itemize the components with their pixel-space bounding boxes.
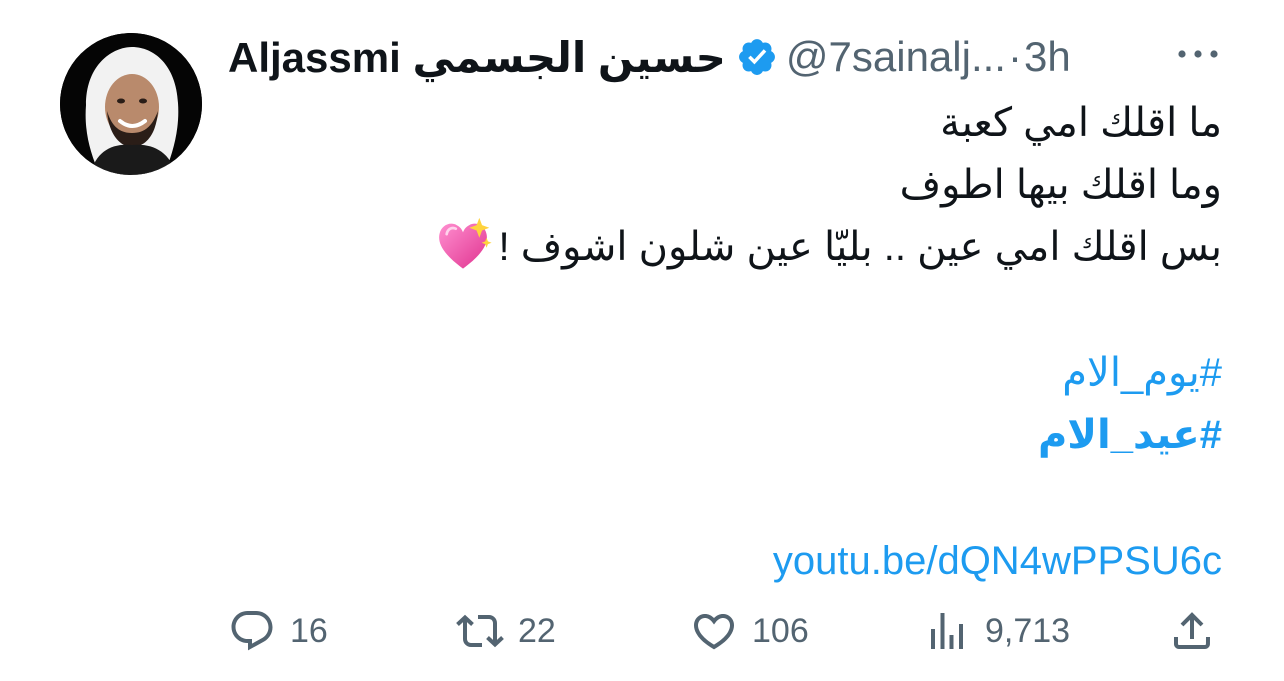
youtube-link[interactable]: youtu.be/dQN4wPPSU6c — [262, 530, 1222, 592]
header-separator: · — [1007, 33, 1022, 80]
views-button[interactable]: 9,713 — [923, 605, 1070, 657]
tweet-text-line: ما اقلك امي كعبة — [940, 101, 1222, 145]
author-handle[interactable]: @7sainalj... — [786, 33, 1006, 81]
more-icon[interactable] — [1174, 40, 1222, 68]
retweet-count: 22 — [518, 611, 556, 650]
hashtag-link[interactable]: #عيد_الام — [262, 404, 1222, 466]
author-name[interactable]: Aljassmi حسين الجسمي — [228, 33, 726, 82]
tweet-text-line-content: بس اقلك امي عين .. بليّا عين شلون اشوف ! — [498, 225, 1222, 269]
share-button[interactable] — [1168, 605, 1216, 657]
tweet-header: Aljassmi حسين الجسمي @7sainalj... · 3h — [228, 26, 1071, 88]
share-icon — [1174, 612, 1210, 649]
reply-button[interactable]: 16 — [228, 605, 328, 657]
tweet-actions: 16 22 106 9,713 — [228, 605, 1226, 657]
reply-icon — [231, 611, 273, 651]
tweet-text: ما اقلك امي كعبة وما اقلك بيها اطوف بس ا… — [262, 92, 1222, 592]
hashtag-link[interactable]: #يوم_الام — [262, 342, 1222, 404]
author-avatar[interactable] — [60, 33, 202, 175]
views-icon — [931, 613, 963, 649]
sparkling-heart-emoji — [439, 217, 493, 269]
retweet-button[interactable]: 22 — [456, 605, 556, 657]
views-count: 9,713 — [985, 611, 1071, 650]
tweet-text-line: بس اقلك امي عين .. بليّا عين شلون اشوف ! — [262, 216, 1222, 278]
like-count: 106 — [752, 611, 809, 650]
like-button[interactable]: 106 — [690, 605, 809, 657]
like-icon — [693, 614, 735, 650]
tweet-timestamp[interactable]: 3h — [1024, 33, 1071, 81]
tweet-text-line: وما اقلك بيها اطوف — [899, 163, 1222, 207]
verified-badge-icon[interactable] — [736, 36, 778, 78]
reply-count: 16 — [290, 611, 328, 650]
retweet-icon — [456, 614, 504, 648]
